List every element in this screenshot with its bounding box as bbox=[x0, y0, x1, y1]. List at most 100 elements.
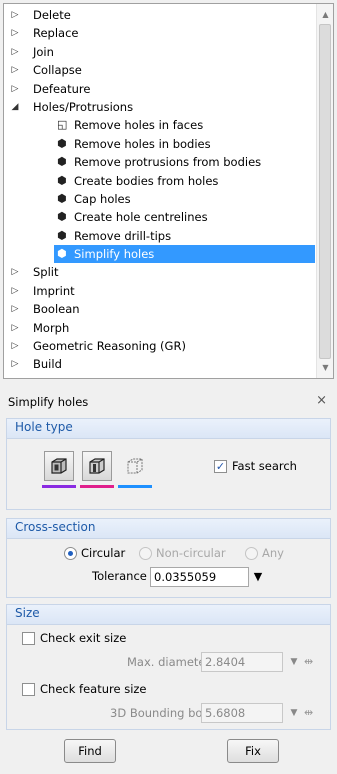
tree-item-create-hole-centrelines[interactable]: ⬢ Create hole centrelines bbox=[4, 208, 315, 226]
cross-section-group: Cross-section Circular Non-circular Any … bbox=[6, 518, 331, 598]
tolerance-field[interactable]: 0.0355059 bbox=[150, 567, 249, 587]
find-button[interactable]: Find bbox=[64, 739, 116, 763]
tree-item-delete[interactable]: ▷ Delete bbox=[4, 6, 315, 24]
any-label: Any bbox=[262, 546, 284, 560]
tree-item-label: Remove holes in faces bbox=[74, 118, 204, 133]
tree-item-build[interactable]: ▷ Build bbox=[4, 355, 315, 373]
tree-item-label: Holes/Protrusions bbox=[33, 99, 134, 114]
collapse-icon[interactable]: ◢ bbox=[10, 98, 20, 116]
body-icon: ⬢ bbox=[57, 136, 67, 150]
hole-type-face-button[interactable] bbox=[44, 451, 74, 481]
fast-search-checkbox[interactable]: ✓ bbox=[214, 460, 227, 473]
non-circular-label: Non-circular bbox=[156, 546, 226, 560]
tree-item-label: Replace bbox=[33, 26, 79, 41]
bbox-dropdown-icon[interactable]: ▼ bbox=[286, 703, 302, 723]
tree-item-label: Geometric Reasoning (GR) bbox=[33, 339, 186, 354]
tree-item-create-bodies-from-holes[interactable]: ⬢ Create bodies from holes bbox=[4, 172, 315, 190]
hole-face-icon bbox=[51, 458, 67, 474]
tree-item-cap-holes[interactable]: ⬢ Cap holes bbox=[4, 190, 315, 208]
tool-tree: ▷ Delete ▷ Replace ▷ Join ▷ Collapse ▷ Defeat… bbox=[3, 3, 334, 379]
tree-item-simplify-holes[interactable]: ⬢ Simplify holes bbox=[4, 245, 315, 264]
wire-underline bbox=[118, 485, 152, 488]
tree-item-label: Defeature bbox=[33, 81, 91, 96]
tree-item-remove-holes-in-bodies[interactable]: ⬢ Remove holes in bodies bbox=[4, 135, 315, 153]
expand-icon[interactable]: ▷ bbox=[10, 319, 20, 337]
hole-wire-icon bbox=[127, 458, 143, 474]
body-icon: ⬢ bbox=[57, 247, 67, 261]
non-circular-radio[interactable] bbox=[139, 547, 152, 560]
close-icon[interactable]: × bbox=[316, 393, 327, 408]
check-feature-size-label: Check feature size bbox=[40, 682, 147, 696]
tree-item-label: Join bbox=[33, 44, 54, 59]
tree-item-label: Create hole centrelines bbox=[74, 210, 208, 225]
tree-item-label: Build bbox=[33, 357, 62, 372]
expand-icon[interactable]: ▷ bbox=[10, 61, 20, 79]
tree-item-label: Create bodies from holes bbox=[74, 173, 219, 188]
max-diameter-dropdown-icon[interactable]: ▼ bbox=[286, 652, 302, 672]
tree-rows: ▷ Delete ▷ Replace ▷ Join ▷ Collapse ▷ Defeat… bbox=[4, 6, 315, 374]
tree-item-label: Remove holes in bodies bbox=[74, 136, 211, 151]
tree-item-label: Delete bbox=[33, 8, 71, 22]
measure-icon[interactable]: ⇹ bbox=[304, 655, 313, 668]
tree-item-label: Imprint bbox=[33, 283, 75, 298]
max-diameter-field[interactable]: 2.8404 bbox=[201, 652, 283, 672]
hole-body-icon bbox=[89, 458, 105, 474]
body-underline bbox=[80, 485, 114, 488]
bbox-field[interactable]: 5.6808 bbox=[201, 703, 283, 723]
circular-radio[interactable] bbox=[64, 547, 77, 560]
scrollbar-thumb[interactable] bbox=[319, 24, 331, 359]
max-diameter-label: Max. diameter bbox=[127, 655, 211, 669]
tree-item-holes-protrusions[interactable]: ◢ Holes/Protrusions bbox=[4, 98, 315, 116]
tree-item-morph[interactable]: ▷ Morph bbox=[4, 319, 315, 337]
tree-item-join[interactable]: ▷ Join bbox=[4, 43, 315, 61]
size-title: Size bbox=[15, 606, 40, 620]
hole-type-title: Hole type bbox=[15, 420, 73, 434]
expand-icon[interactable]: ▷ bbox=[10, 337, 20, 355]
tree-item-replace[interactable]: ▷ Replace bbox=[4, 24, 315, 42]
tolerance-value: 0.0355059 bbox=[154, 570, 217, 584]
check-exit-size-label: Check exit size bbox=[40, 631, 127, 645]
tree-item-label: Simplify holes bbox=[74, 247, 155, 262]
tree-item-remove-holes-in-faces[interactable]: ◱ Remove holes in faces bbox=[4, 116, 315, 134]
expand-icon[interactable]: ▷ bbox=[10, 80, 20, 98]
expand-icon[interactable]: ▷ bbox=[10, 43, 20, 61]
fix-button[interactable]: Fix bbox=[227, 739, 279, 763]
check-exit-size-checkbox[interactable] bbox=[22, 632, 35, 645]
tree-item-label: Split bbox=[33, 265, 59, 280]
tree-item-remove-drill-tips[interactable]: ⬢ Remove drill-tips bbox=[4, 227, 315, 245]
tree-scrollbar[interactable]: ▲ ▼ bbox=[316, 4, 333, 378]
expand-icon[interactable]: ▷ bbox=[10, 355, 20, 373]
tree-item-geometric-reasoning[interactable]: ▷ Geometric Reasoning (GR) bbox=[4, 337, 315, 355]
tree-item-label: Morph bbox=[33, 320, 70, 335]
bbox-value: 5.6808 bbox=[205, 706, 246, 720]
expand-icon[interactable]: ▷ bbox=[10, 263, 20, 281]
tree-item-collapse[interactable]: ▷ Collapse bbox=[4, 61, 315, 79]
tolerance-dropdown-icon[interactable]: ▼ bbox=[250, 567, 266, 587]
tree-item-imprint[interactable]: ▷ Imprint bbox=[4, 282, 315, 300]
tree-item-label: Cap holes bbox=[74, 191, 131, 206]
measure-icon[interactable]: ⇹ bbox=[304, 706, 313, 719]
expand-icon[interactable]: ▷ bbox=[10, 6, 20, 24]
expand-icon[interactable]: ▷ bbox=[10, 282, 20, 300]
hole-type-body-button[interactable] bbox=[82, 451, 112, 481]
scroll-down-icon[interactable]: ▼ bbox=[317, 359, 334, 376]
body-icon: ⬢ bbox=[57, 228, 67, 242]
fast-search-label: Fast search bbox=[232, 459, 297, 473]
hole-type-group: Hole type ✓ Fast search bbox=[6, 418, 331, 510]
tree-item-split[interactable]: ▷ Split bbox=[4, 263, 315, 281]
any-radio[interactable] bbox=[245, 547, 258, 560]
tree-item-label: Boolean bbox=[33, 302, 80, 317]
body-icon: ⬢ bbox=[57, 210, 67, 224]
check-feature-size-checkbox[interactable] bbox=[22, 683, 35, 696]
scroll-up-icon[interactable]: ▲ bbox=[317, 6, 334, 23]
tree-item-defeature[interactable]: ▷ Defeature bbox=[4, 80, 315, 98]
expand-icon[interactable]: ▷ bbox=[10, 24, 20, 42]
tree-item-label: Remove protrusions from bodies bbox=[74, 155, 262, 170]
tree-item-remove-protrusions[interactable]: ⬢ Remove protrusions from bodies bbox=[4, 153, 315, 171]
tree-item-boolean[interactable]: ▷ Boolean bbox=[4, 300, 315, 318]
expand-icon[interactable]: ▷ bbox=[10, 300, 20, 318]
max-diameter-value: 2.8404 bbox=[205, 655, 246, 669]
cross-section-title: Cross-section bbox=[15, 520, 96, 534]
hole-type-wire-button[interactable] bbox=[120, 451, 150, 481]
tree-item-label: Remove drill-tips bbox=[74, 228, 172, 243]
